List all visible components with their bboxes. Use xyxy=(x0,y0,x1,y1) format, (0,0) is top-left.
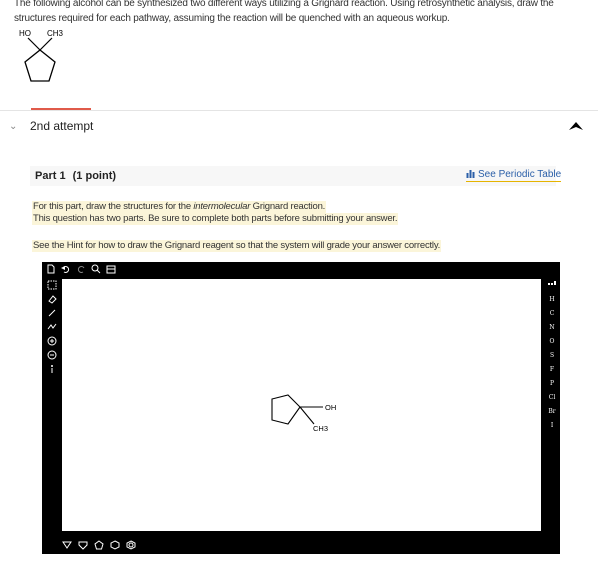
part-points: (1 point) xyxy=(72,170,117,182)
instruction-text: For this part, draw the structures for t… xyxy=(33,201,194,212)
element-c[interactable]: C xyxy=(547,308,557,318)
pentagon-icon[interactable] xyxy=(94,540,104,550)
bond-icon[interactable] xyxy=(47,308,57,318)
question-text: The following alcohol can be synthesized… xyxy=(14,0,554,24)
attempt-label[interactable]: 2nd attempt xyxy=(30,119,93,133)
target-structure: HO CH3 xyxy=(19,29,64,82)
drawn-molecule[interactable]: OH CH3 xyxy=(266,387,346,437)
undo-icon[interactable] xyxy=(61,264,71,274)
instruction-line-2: This question has two parts. Be sure to … xyxy=(32,213,399,225)
element-p[interactable]: P xyxy=(547,378,557,388)
editor-bottom-toolbar xyxy=(62,540,136,552)
redo-icon[interactable] xyxy=(76,264,86,274)
mol-oh-label: OH xyxy=(325,403,336,412)
periodic-table-link[interactable]: See Periodic Table xyxy=(466,168,562,182)
element-toolbar: H C N O S F P Cl Br I xyxy=(545,280,559,430)
more-icon[interactable] xyxy=(47,364,57,374)
attempt-accent-bar xyxy=(31,108,91,110)
instruction-line-1: For this part, draw the structures for t… xyxy=(32,201,327,213)
select-icon[interactable] xyxy=(47,280,57,290)
triangle-icon[interactable] xyxy=(62,540,72,550)
struct-ho-label: HO xyxy=(19,29,31,38)
periodic-table-icon[interactable] xyxy=(547,280,557,290)
bar-chart-icon xyxy=(466,170,475,178)
instruction-emphasis: intermolecular xyxy=(193,201,251,212)
hexagon-icon[interactable] xyxy=(110,540,120,550)
periodic-table-link-label[interactable]: See Periodic Table xyxy=(478,169,561,180)
editor-top-toolbar xyxy=(46,264,116,276)
chevron-down-icon[interactable]: ⌄ xyxy=(9,121,17,132)
erase-icon[interactable] xyxy=(47,294,57,304)
element-s[interactable]: S xyxy=(547,350,557,360)
element-i[interactable]: I xyxy=(547,420,557,430)
benzene-icon[interactable] xyxy=(126,540,136,550)
hint-instruction: See the Hint for how to draw the Grignar… xyxy=(32,240,442,252)
editor-left-toolbar xyxy=(45,280,59,374)
divider xyxy=(0,110,598,111)
part-title: Part 1 (1 point) xyxy=(35,170,116,182)
struct-ch3-label: CH3 xyxy=(47,29,64,38)
new-icon[interactable] xyxy=(46,264,56,274)
template-icon[interactable] xyxy=(106,264,116,274)
charge-plus-icon[interactable] xyxy=(47,336,57,346)
square-icon[interactable] xyxy=(78,540,88,550)
element-h[interactable]: H xyxy=(547,294,557,304)
element-cl[interactable]: Cl xyxy=(547,392,557,402)
part-title-text: Part 1 xyxy=(35,170,66,182)
instruction-text: Grignard reaction. xyxy=(250,201,326,212)
element-n[interactable]: N xyxy=(547,322,557,332)
mol-ch3-label: CH3 xyxy=(313,424,328,433)
charge-minus-icon[interactable] xyxy=(47,350,57,360)
element-o[interactable]: O xyxy=(547,336,557,346)
collapse-arrow-icon[interactable] xyxy=(568,120,584,132)
chain-icon[interactable] xyxy=(47,322,57,332)
zoom-icon[interactable] xyxy=(91,264,101,274)
element-f[interactable]: F xyxy=(547,364,557,374)
element-br[interactable]: Br xyxy=(547,406,557,416)
